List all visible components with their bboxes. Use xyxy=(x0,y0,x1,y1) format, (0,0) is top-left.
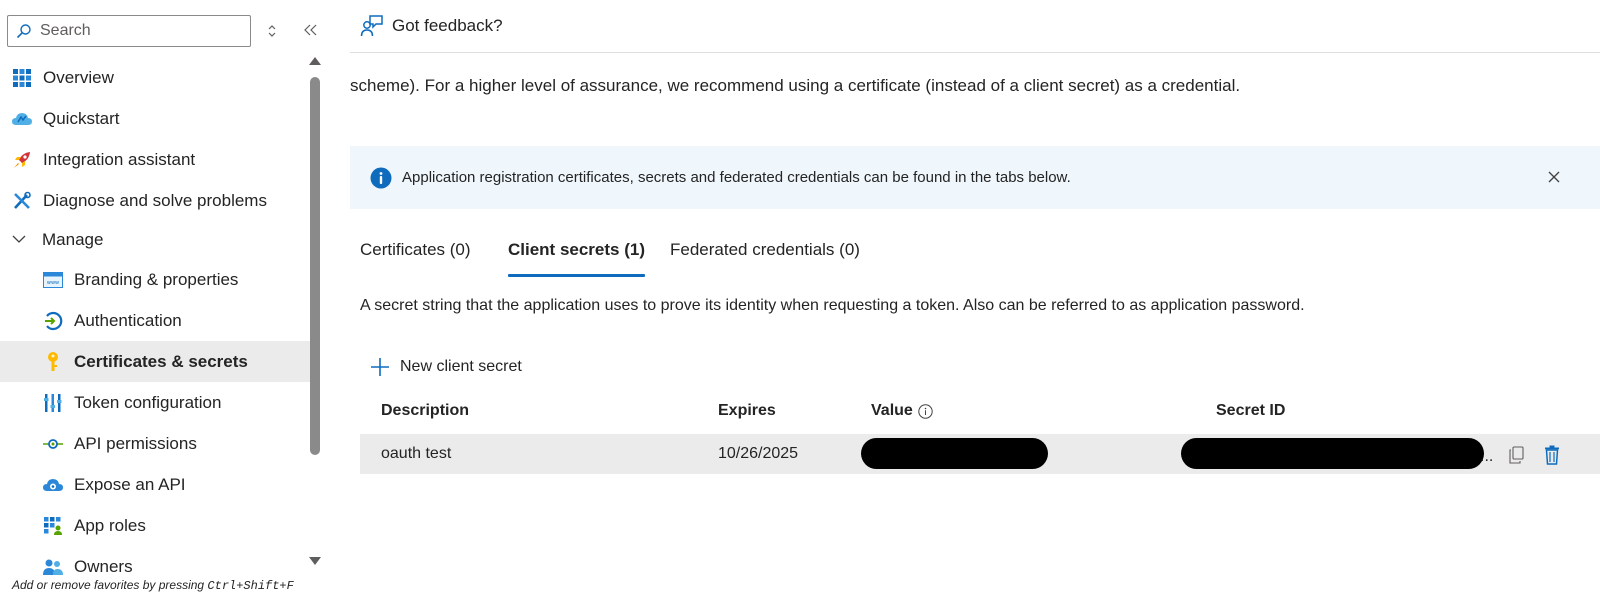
sidebar-item-certificates-secrets[interactable]: Certificates & secrets xyxy=(0,341,312,382)
column-header-expires[interactable]: Expires xyxy=(718,402,776,420)
sidebar-item-label: Integration assistant xyxy=(43,149,196,169)
sidebar-item-quickstart[interactable]: Quickstart xyxy=(0,98,312,139)
app-roles-icon xyxy=(42,515,64,537)
tab-federated-credentials[interactable]: Federated credentials (0) xyxy=(670,240,860,278)
sidebar: Overview Quickstart Integration assistan… xyxy=(0,0,330,610)
sidebar-item-label: Diagnose and solve problems xyxy=(43,190,267,210)
feedback-button[interactable]: Got feedback? xyxy=(360,14,503,38)
client-secrets-description: A secret string that the application use… xyxy=(360,297,1305,314)
copy-icon[interactable] xyxy=(1506,444,1526,466)
scroll-down-arrow-icon[interactable] xyxy=(309,557,321,567)
sidebar-item-label: Quickstart xyxy=(43,108,120,128)
new-client-secret-label: New client secret xyxy=(400,358,522,375)
sidebar-item-app-roles[interactable]: App roles xyxy=(0,505,312,546)
scroll-thumb[interactable] xyxy=(310,77,320,455)
truncation-ellipsis: ... xyxy=(1480,448,1494,465)
column-header-value[interactable]: Value xyxy=(871,402,933,420)
column-header-secret-id[interactable]: Secret ID xyxy=(1216,402,1285,420)
sidebar-item-token-configuration[interactable]: Token configuration xyxy=(0,382,312,423)
branding-icon: www xyxy=(42,269,64,291)
owners-icon xyxy=(42,556,64,578)
sidebar-item-authentication[interactable]: Authentication xyxy=(0,300,312,341)
sidebar-item-label: App roles xyxy=(74,515,146,535)
column-header-label: Value xyxy=(871,402,913,419)
sidebar-item-owners[interactable]: Owners xyxy=(0,546,312,577)
sidebar-nav: Overview Quickstart Integration assistan… xyxy=(0,57,312,577)
wrench-icon xyxy=(11,190,33,212)
expose-api-cloud-icon xyxy=(42,474,64,496)
sidebar-group-manage[interactable]: Manage xyxy=(0,219,312,260)
sidebar-item-label: Certificates & secrets xyxy=(74,351,248,371)
tab-label: Client secrets (1) xyxy=(508,240,645,259)
close-icon[interactable] xyxy=(1545,168,1563,186)
favorites-hint-text: Add or remove favorites by pressing xyxy=(12,578,208,592)
feedback-label: Got feedback? xyxy=(392,16,503,35)
sidebar-item-label: Overview xyxy=(43,67,114,87)
sidebar-item-overview[interactable]: Overview xyxy=(0,57,312,98)
column-header-label: Expires xyxy=(718,402,776,419)
info-message-text: Application registration certificates, s… xyxy=(402,169,1071,186)
search-icon xyxy=(16,24,31,39)
sidebar-item-label: Authentication xyxy=(74,310,182,330)
redacted-value xyxy=(861,438,1048,469)
sort-toggle-icon[interactable] xyxy=(264,22,280,40)
info-icon xyxy=(370,167,392,188)
svg-text:www: www xyxy=(47,280,59,286)
collapse-sidebar-icon[interactable] xyxy=(302,20,320,40)
table-header: Description Expires Value Secret ID xyxy=(360,392,1600,432)
authentication-icon xyxy=(42,310,64,332)
feedback-icon xyxy=(360,15,383,37)
sidebar-item-label: Expose an API xyxy=(74,474,186,494)
column-header-description[interactable]: Description xyxy=(381,402,469,420)
redacted-secret-id xyxy=(1181,438,1484,469)
info-message-bar: Application registration certificates, s… xyxy=(350,146,1600,209)
intro-text: scheme). For a higher level of assurance… xyxy=(350,76,1241,95)
tab-client-secrets[interactable]: Client secrets (1) xyxy=(508,240,645,278)
active-tab-indicator xyxy=(508,274,645,277)
api-permissions-icon xyxy=(42,433,64,455)
sidebar-item-label: Token configuration xyxy=(74,392,222,412)
cell-description: oauth test xyxy=(381,445,452,462)
favorites-hint: Add or remove favorites by pressing Ctrl… xyxy=(12,578,294,593)
plus-icon xyxy=(371,358,389,376)
column-header-label: Secret ID xyxy=(1216,402,1286,419)
sidebar-item-label: Branding & properties xyxy=(74,269,239,289)
token-bars-icon xyxy=(42,392,64,414)
search-box[interactable] xyxy=(7,15,251,47)
sidebar-item-branding[interactable]: www Branding & properties xyxy=(0,259,312,300)
new-client-secret-button[interactable]: New client secret xyxy=(370,354,522,380)
sidebar-item-expose-api[interactable]: Expose an API xyxy=(0,464,312,505)
sidebar-item-label: Owners xyxy=(74,556,133,576)
command-bar: Got feedback? xyxy=(350,0,1600,53)
key-icon xyxy=(42,351,64,373)
sidebar-group-label: Manage xyxy=(42,229,104,249)
quickstart-cloud-icon xyxy=(11,108,33,130)
scroll-up-arrow-icon[interactable] xyxy=(309,57,321,67)
info-circle-icon[interactable] xyxy=(918,403,933,419)
sidebar-scrollbar[interactable] xyxy=(307,57,323,572)
sidebar-item-diagnose[interactable]: Diagnose and solve problems xyxy=(0,180,312,221)
tab-label: Certificates (0) xyxy=(360,240,471,259)
tab-certificates[interactable]: Certificates (0) xyxy=(360,240,471,278)
sidebar-item-label: API permissions xyxy=(74,433,197,453)
main-content: Got feedback? scheme). For a higher leve… xyxy=(350,0,1600,610)
favorites-shortcut: Ctrl+Shift+F xyxy=(207,579,294,593)
tab-label: Federated credentials (0) xyxy=(670,240,860,259)
table-row[interactable]: oauth test 10/26/2025 ... xyxy=(360,434,1600,474)
overview-grid-icon xyxy=(11,67,33,89)
column-header-label: Description xyxy=(381,402,470,419)
search-input[interactable] xyxy=(40,22,240,40)
sidebar-item-integration-assistant[interactable]: Integration assistant xyxy=(0,139,312,180)
cell-expires: 10/26/2025 xyxy=(718,445,799,462)
sidebar-item-api-permissions[interactable]: API permissions xyxy=(0,423,312,464)
chevron-down-icon xyxy=(12,235,32,244)
delete-icon[interactable] xyxy=(1542,444,1562,466)
rocket-icon xyxy=(11,149,33,171)
